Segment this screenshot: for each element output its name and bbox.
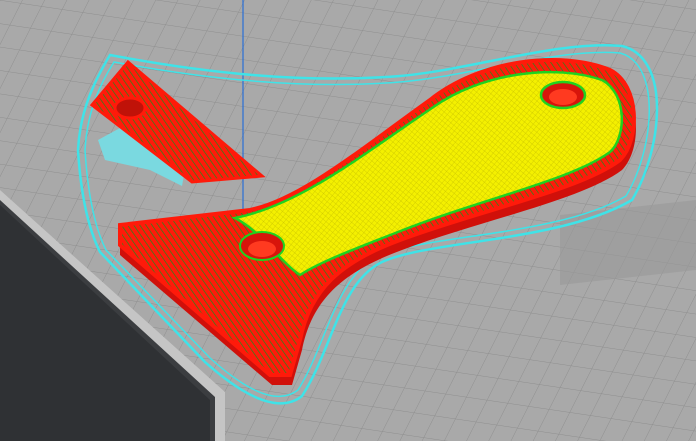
small-part-hole [113, 96, 147, 120]
preview-canvas[interactable] [0, 0, 696, 441]
slicer-preview-viewport[interactable] [0, 0, 696, 441]
blade-hole-inner [248, 241, 276, 257]
hanging-hole-inner [549, 89, 577, 105]
plate-side-shadow [560, 200, 696, 285]
